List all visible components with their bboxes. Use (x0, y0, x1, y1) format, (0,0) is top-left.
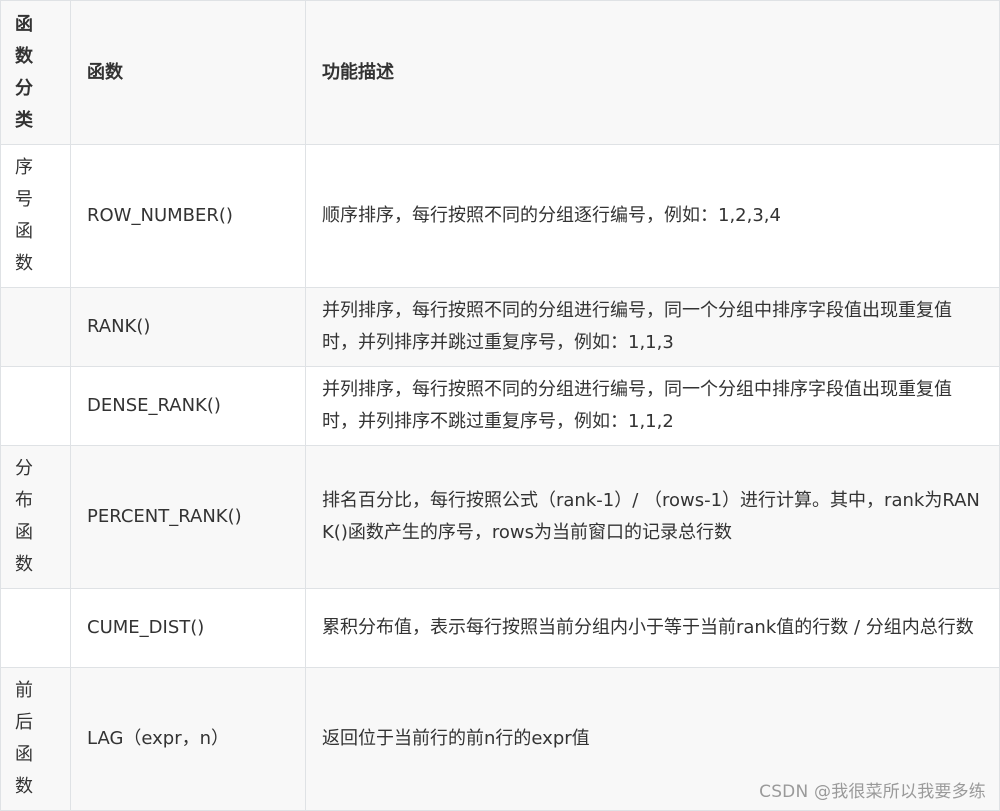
cell-category (0, 588, 71, 668)
table-row: 分布函数 PERCENT_RANK() 排名百分比，每行按照公式（rank-1）… (0, 445, 1000, 589)
cell-function: LAG（expr，n） (70, 667, 306, 811)
table-row: CUME_DIST() 累积分布值，表示每行按照当前分组内小于等于当前rank值… (0, 588, 1000, 668)
cell-category (0, 287, 71, 367)
cell-description: 并列排序，每行按照不同的分组进行编号，同一个分组中排序字段值出现重复值时，并列排… (305, 287, 1000, 367)
cell-category (0, 366, 71, 446)
function-table: 函数分类 函数 功能描述 序号函数 ROW_NUMBER() 顺序排序，每行按照… (0, 0, 1000, 811)
cell-category: 序号函数 (0, 144, 71, 288)
cell-description: 累积分布值，表示每行按照当前分组内小于等于当前rank值的行数 / 分组内总行数 (305, 588, 1000, 668)
cell-function: DENSE_RANK() (70, 366, 306, 446)
cell-description: 排名百分比，每行按照公式（rank-1）/ （rows-1）进行计算。其中，ra… (305, 445, 1000, 589)
cell-description: 并列排序，每行按照不同的分组进行编号，同一个分组中排序字段值出现重复值时，并列排… (305, 366, 1000, 446)
cell-function: PERCENT_RANK() (70, 445, 306, 589)
table-header-row: 函数分类 函数 功能描述 (0, 0, 1000, 145)
header-function: 函数 (70, 0, 306, 145)
cell-category: 分布函数 (0, 445, 71, 589)
header-description: 功能描述 (305, 0, 1000, 145)
table-row: DENSE_RANK() 并列排序，每行按照不同的分组进行编号，同一个分组中排序… (0, 366, 1000, 446)
cell-description: 顺序排序，每行按照不同的分组逐行编号，例如：1,2,3,4 (305, 144, 1000, 288)
cell-function: RANK() (70, 287, 306, 367)
cell-category: 前后函数 (0, 667, 71, 811)
table-row: RANK() 并列排序，每行按照不同的分组进行编号，同一个分组中排序字段值出现重… (0, 287, 1000, 367)
table-row: 序号函数 ROW_NUMBER() 顺序排序，每行按照不同的分组逐行编号，例如：… (0, 144, 1000, 288)
header-category: 函数分类 (0, 0, 71, 145)
cell-function: ROW_NUMBER() (70, 144, 306, 288)
cell-function: CUME_DIST() (70, 588, 306, 668)
watermark: CSDN @我很菜所以我要多练 (759, 782, 986, 802)
